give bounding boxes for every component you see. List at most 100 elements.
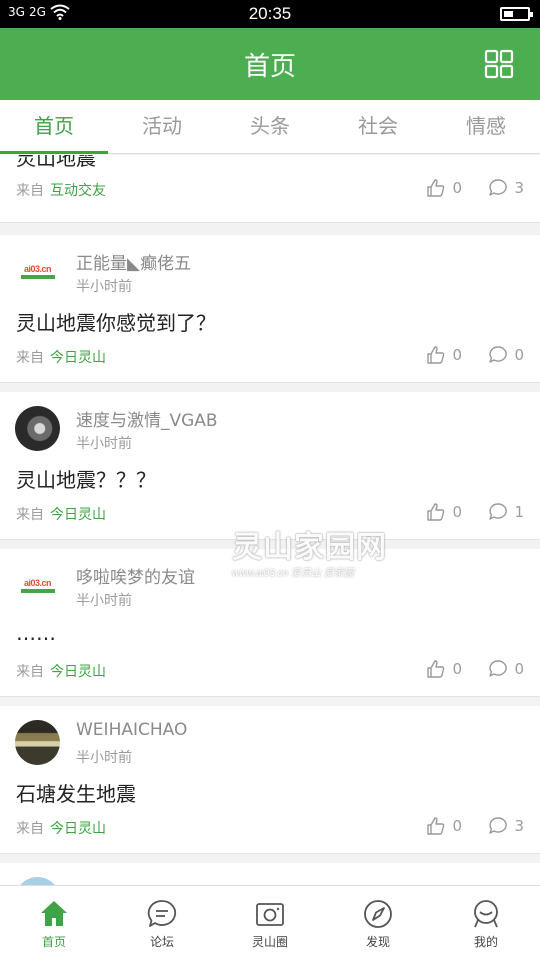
tab-society[interactable]: 社会 (324, 100, 432, 153)
nav-label: 灵山圈 (251, 935, 288, 949)
post-content: 石塘发生地震 (16, 782, 136, 806)
post-content: 灵山地震你感觉到了？ (16, 311, 216, 335)
nav-discover[interactable]: 发现 (324, 886, 432, 960)
comment-button[interactable]: 3 (488, 178, 524, 198)
comment-icon (489, 179, 508, 196)
avatar[interactable]: ai03.cn (15, 563, 60, 608)
comment-button[interactable]: 0 (488, 659, 524, 679)
nav-profile[interactable]: 我的 (432, 886, 540, 960)
tab-headlines[interactable]: 头条 (216, 100, 324, 153)
nav-label: 论坛 (149, 935, 174, 949)
post-source: 来自 今日灵山 (16, 504, 106, 524)
chat-bubble-icon (147, 900, 177, 927)
comment-button[interactable]: 1 (488, 502, 524, 522)
nav-label: 我的 (473, 935, 498, 949)
source-link[interactable]: 今日灵山 (50, 350, 106, 366)
like-count: 0 (452, 346, 462, 364)
post-time: 半小时前 (76, 279, 132, 295)
nav-label: 首页 (41, 935, 66, 949)
thumbs-up-icon (427, 503, 445, 521)
grid-icon[interactable] (484, 49, 514, 79)
comment-count: 1 (514, 503, 524, 521)
comment-icon (489, 503, 508, 520)
comment-count: 3 (514, 817, 524, 835)
post-source: 来自 互动交友 (16, 180, 106, 200)
like-button[interactable]: 0 (426, 178, 462, 198)
like-button[interactable]: 0 (426, 659, 462, 679)
nav-home[interactable]: 首页 (0, 886, 108, 960)
comment-icon (489, 660, 508, 677)
battery-icon (500, 7, 533, 21)
post-source: 来自 今日灵山 (16, 661, 106, 681)
post-username[interactable]: 速度与激情_VGAB (76, 406, 218, 431)
post-time: 半小时前 (76, 593, 132, 609)
like-count: 0 (452, 503, 462, 521)
source-prefix: 来自 (16, 350, 44, 366)
thumbs-up-icon (427, 346, 445, 364)
post-card[interactable]: WEIHAICHAO 半小时前 石塘发生地震 来自 今日灵山 0 3 (0, 706, 540, 854)
avatar[interactable]: ai03.cn (15, 249, 60, 294)
like-button[interactable]: 0 (426, 816, 462, 836)
post-card[interactable] (0, 863, 540, 885)
camera-icon (256, 903, 284, 926)
thumbs-up-icon (427, 179, 445, 197)
status-time: 20:35 (248, 4, 292, 23)
source-prefix: 来自 (16, 183, 44, 199)
user-icon (474, 900, 498, 928)
nav-circle[interactable]: 灵山圈 (216, 886, 324, 960)
bottom-nav: 首页 论坛 灵山圈 发现 我的 (0, 885, 540, 960)
like-button[interactable]: 0 (426, 502, 462, 522)
source-link[interactable]: 互动交友 (50, 183, 106, 199)
nav-forum[interactable]: 论坛 (108, 886, 216, 960)
thumbs-up-icon (427, 660, 445, 678)
like-button[interactable]: 0 (426, 345, 462, 365)
post-content: 灵山地震？？？ (16, 468, 156, 492)
avatar[interactable] (15, 720, 60, 765)
status-bar: 3G 2G 20:35 (0, 0, 540, 28)
source-prefix: 来自 (16, 821, 44, 837)
source-prefix: 来自 (16, 507, 44, 523)
post-username[interactable]: 哆啦唉梦的友谊 (76, 563, 195, 588)
post-feed[interactable]: 灵山地震 来自 互动交友 0 3 ai03.cn 正能量◣癫佬五 半小时前 灵山地… (0, 155, 540, 885)
avatar[interactable] (15, 406, 60, 451)
nav-label: 发现 (365, 935, 390, 949)
post-card[interactable]: 速度与激情_VGAB 半小时前 灵山地震？？？ 来自 今日灵山 0 1 (0, 392, 540, 540)
like-count: 0 (452, 179, 462, 197)
compass-icon (364, 900, 392, 928)
comment-button[interactable]: 0 (488, 345, 524, 365)
avatar[interactable] (15, 877, 60, 885)
avatar-logo-bar (20, 275, 55, 279)
post-content: 灵山地震 (16, 155, 96, 170)
avatar-logo-text: ai03.cn (23, 578, 52, 588)
source-link[interactable]: 今日灵山 (50, 664, 106, 680)
source-link[interactable]: 今日灵山 (50, 821, 106, 837)
category-tabs: 首页 活动 头条 社会 情感 (0, 100, 540, 154)
page-title: 首页 (243, 52, 296, 82)
post-username[interactable]: 正能量◣癫佬五 (76, 249, 191, 274)
post-card[interactable]: ai03.cn 哆啦唉梦的友谊 半小时前 …… 来自 今日灵山 0 0 (0, 549, 540, 697)
post-source: 来自 今日灵山 (16, 347, 106, 367)
app-header: 首页 (0, 28, 540, 100)
post-source: 来自 今日灵山 (16, 818, 106, 838)
tab-emotion[interactable]: 情感 (432, 100, 540, 153)
comment-count: 0 (514, 346, 524, 364)
comment-count: 3 (514, 179, 524, 197)
avatar-logo-text: ai03.cn (23, 264, 52, 274)
source-prefix: 来自 (16, 664, 44, 680)
tab-home[interactable]: 首页 (0, 100, 108, 154)
post-card[interactable]: ai03.cn 正能量◣癫佬五 半小时前 灵山地震你感觉到了？ 来自 今日灵山 0… (0, 235, 540, 383)
comment-icon (489, 817, 508, 834)
comment-button[interactable]: 3 (488, 816, 524, 836)
post-time: 半小时前 (76, 750, 132, 766)
thumbs-up-icon (427, 817, 445, 835)
like-count: 0 (452, 817, 462, 835)
source-link[interactable]: 今日灵山 (50, 507, 106, 523)
post-content: …… (16, 621, 56, 645)
avatar-logo-bar (20, 589, 55, 593)
home-icon (41, 901, 67, 926)
comment-count: 0 (514, 660, 524, 678)
tab-activity[interactable]: 活动 (108, 100, 216, 153)
post-card[interactable]: 灵山地震 来自 互动交友 0 3 (0, 155, 540, 223)
post-time: 半小时前 (76, 436, 132, 452)
post-username[interactable]: WEIHAICHAO (76, 720, 187, 740)
